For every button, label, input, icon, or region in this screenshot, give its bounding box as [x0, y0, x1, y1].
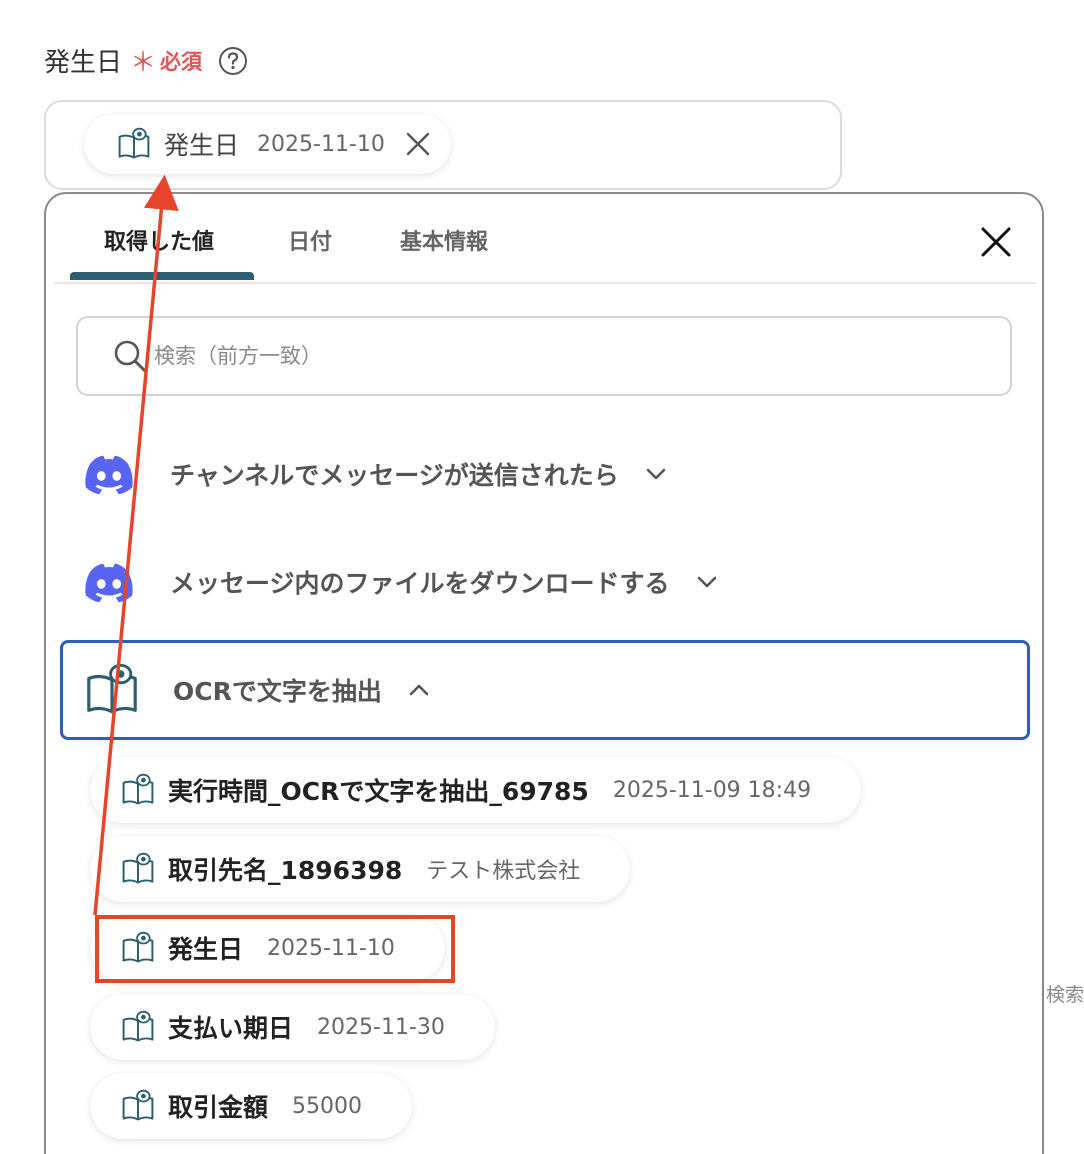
field-label: 発生日 ＊ 必須	[44, 42, 248, 79]
item-value: 2025-11-09 18:49	[612, 777, 812, 803]
list-item[interactable]: 実行時間_OCRで文字を抽出_69785 2025-11-09 18:49	[90, 757, 862, 823]
ocr-book-icon	[120, 772, 156, 808]
group-channel-message-sent[interactable]: チャンネルでメッセージが送信されたら	[60, 424, 1030, 524]
search-icon	[114, 340, 147, 373]
discord-icon	[80, 445, 138, 503]
tab-date[interactable]: 日付	[288, 224, 332, 256]
ocr-book-icon	[83, 661, 141, 719]
group-ocr-extract[interactable]: OCRで文字を抽出	[60, 640, 1030, 740]
page: 発生日 ＊ 必須 発生日 2025-11-10 取得した値 日付 基本情報 検索…	[0, 0, 1084, 1154]
search-input[interactable]	[152, 343, 956, 369]
selected-value-chip[interactable]: 発生日 2025-11-10	[84, 114, 451, 174]
group-title: メッセージ内のファイルをダウンロードする	[170, 569, 670, 598]
field-label-text: 発生日	[44, 48, 123, 78]
discord-icon	[80, 553, 138, 611]
chevron-down-icon	[646, 468, 666, 480]
required-text: 必須	[160, 49, 203, 74]
selected-chip-value: 2025-11-10	[257, 131, 385, 157]
side-search-text: 検索	[1046, 984, 1084, 1006]
item-label: 実行時間_OCRで文字を抽出_69785	[168, 777, 589, 806]
item-label: 取引金額	[168, 1093, 269, 1122]
list-item[interactable]: 取引先名_1896398 テスト株式会社	[90, 836, 631, 902]
tab-acquired-values[interactable]: 取得した値	[104, 224, 214, 256]
ocr-book-icon	[116, 126, 152, 162]
item-value: テスト株式会社	[426, 859, 581, 884]
selected-chip-label: 発生日	[164, 131, 240, 160]
ocr-book-icon	[120, 1088, 156, 1124]
tab-bar: 取得した値 日付 基本情報	[54, 194, 1036, 284]
group-title: OCRで文字を抽出	[173, 677, 382, 706]
close-icon[interactable]	[978, 224, 1014, 260]
help-icon[interactable]	[218, 46, 248, 76]
chevron-up-icon	[409, 684, 429, 696]
highlight-box	[95, 915, 455, 983]
ocr-book-icon	[120, 1009, 156, 1045]
group-title: チャンネルでメッセージが送信されたら	[170, 461, 619, 490]
ocr-book-icon	[120, 851, 156, 887]
tab-basic-info[interactable]: 基本情報	[400, 224, 488, 256]
chevron-down-icon	[697, 576, 716, 588]
remove-chip-icon[interactable]	[403, 129, 433, 159]
list-item[interactable]: 支払い期日 2025-11-30	[90, 994, 495, 1060]
list-item[interactable]: 取引金額 55000	[90, 1073, 413, 1139]
item-label: 支払い期日	[168, 1014, 294, 1043]
item-label: 取引先名_1896398	[168, 856, 403, 885]
required-asterisk: ＊	[130, 47, 157, 78]
group-download-file[interactable]: メッセージ内のファイルをダウンロードする	[60, 532, 1030, 632]
search-box[interactable]	[76, 316, 1012, 396]
required-indicator: ＊ 必須	[130, 46, 202, 76]
item-value: 55000	[292, 1093, 363, 1119]
active-tab-indicator	[70, 272, 254, 280]
item-value: 2025-11-30	[317, 1014, 445, 1040]
